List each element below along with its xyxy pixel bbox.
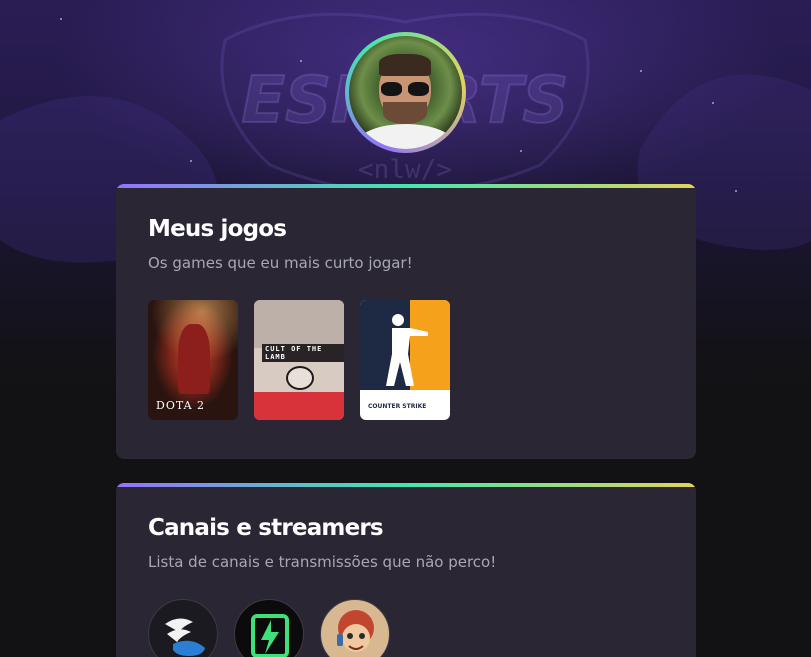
streamers-title: Canais e streamers: [148, 515, 384, 541]
game-cover-cult-of-the-lamb[interactable]: CULT OF THE LAMB: [254, 300, 344, 420]
lamb-icon: [286, 366, 314, 390]
soldier-icon: [386, 314, 428, 386]
streamers-subtitle: Lista de canais e transmissões que não p…: [148, 553, 497, 571]
game-cover-counter-strike[interactable]: COUNTER STRIKE: [360, 300, 450, 420]
profile-avatar-ring: [345, 32, 466, 153]
game-label: DOTA 2: [156, 399, 206, 412]
channel-avatar-2[interactable]: [234, 599, 304, 657]
channel-avatar-3[interactable]: [320, 599, 390, 657]
games-subtitle: Os games que eu mais curto jogar!: [148, 254, 413, 272]
game-label: CULT OF THE LAMB: [262, 344, 344, 362]
logo-subtext: <nlw/>: [358, 155, 452, 185]
winged-shoe-icon: [165, 618, 205, 656]
cartoon-streamer-icon: [337, 610, 374, 652]
games-card: Meus jogos Os games que eu mais curto jo…: [116, 184, 696, 459]
games-title: Meus jogos: [148, 216, 287, 242]
sunglasses-icon: [381, 82, 429, 96]
profile-avatar: [349, 36, 462, 149]
game-label: COUNTER STRIKE: [368, 403, 427, 410]
streamers-card: Canais e streamers Lista de canais e tra…: [116, 483, 696, 657]
game-cover-dota2[interactable]: DOTA 2: [148, 300, 238, 420]
channel-avatar-1[interactable]: [148, 599, 218, 657]
green-lightning-icon: [251, 614, 289, 657]
